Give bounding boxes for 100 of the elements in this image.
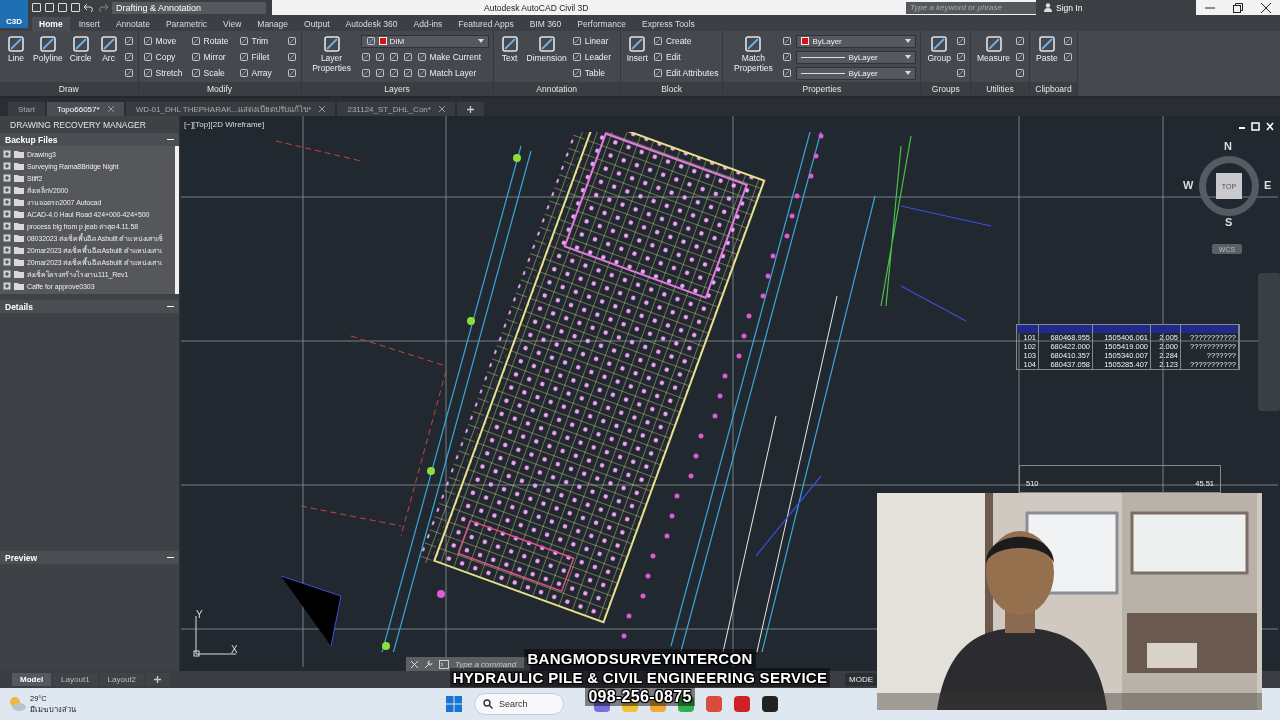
panel-title[interactable]: Annotation [493,82,620,96]
add-layout-button[interactable] [146,673,170,686]
ribbon-tool[interactable]: Scale [190,68,235,78]
windows-start-icon[interactable] [446,696,462,712]
expand-icon[interactable] [3,222,11,230]
file-tab[interactable]: Start [8,102,45,116]
ribbon-tab[interactable]: Add-ins [406,17,450,31]
ribbon-tool[interactable]: Linear [571,36,616,46]
section-header[interactable]: Details [0,300,179,313]
taskbar-search[interactable]: Search [474,693,564,715]
taskbar-app-icon[interactable] [762,696,778,712]
ribbon-tool[interactable]: Measure [975,34,1013,82]
layout-tab[interactable]: Layout1 [53,673,98,686]
expand-icon[interactable] [3,150,11,158]
ribbon-tool[interactable]: Edit Attributes [652,68,719,78]
panel-title[interactable]: Modify [138,82,301,96]
redo-icon[interactable] [98,3,108,12]
collapse-icon[interactable] [167,554,174,561]
expand-icon[interactable] [3,174,11,182]
ribbon-tool[interactable]: Paste [1034,34,1060,82]
file-tab[interactable]: WD-01_DHL THEPHARAK...แสดงเบียดปรับแก้ไข* [125,102,336,116]
model-space-button[interactable]: MODE [845,673,877,686]
expand-icon[interactable] [3,270,11,278]
ribbon-tab[interactable]: Annotate [108,17,157,31]
close-icon[interactable] [1261,2,1271,13]
tool-icon [416,68,427,78]
line-dropdown[interactable]: ByLayer [796,50,917,64]
undo-icon[interactable] [84,3,94,12]
expand-icon[interactable] [3,210,11,218]
viewport-window-controls[interactable] [1239,122,1275,131]
ribbon-tool[interactable]: Polyline [31,34,65,82]
ribbon-tool[interactable]: Circle [67,34,94,82]
ribbon-tool[interactable]: Match Layer [416,68,477,78]
ribbon-tab[interactable]: View [216,17,249,31]
ribbon-tool[interactable]: Layer Properties [305,34,358,82]
ribbon-tool[interactable]: Line [4,34,28,82]
ribbon-tool[interactable]: Table [571,68,616,78]
ribbon-tab[interactable]: Parametric [158,17,214,31]
file-tab[interactable]: 231124_ST_DHL_Con* [337,102,455,116]
sign-in-button[interactable]: Sign In [1036,0,1196,15]
ribbon-tool[interactable]: Make Current [416,52,481,62]
ribbon-tab[interactable]: Output [297,17,337,31]
expand-icon[interactable] [3,162,11,170]
ribbon-tool[interactable]: Edit [652,52,697,62]
expand-icon[interactable] [3,246,11,254]
tool-icon [1062,36,1073,46]
ribbon-tool[interactable]: Dimension [524,34,569,82]
ribbon-tab[interactable]: Autodesk 360 [338,17,405,31]
expand-icon[interactable] [3,198,11,206]
ribbon-tab[interactable]: Insert [71,17,107,31]
panel-title[interactable]: Groups [921,82,970,96]
expand-icon[interactable] [3,282,11,290]
new-tab-button[interactable] [456,102,484,116]
color-dropdown[interactable]: ByLayer [796,34,917,48]
expand-icon[interactable] [3,234,11,242]
section-header[interactable]: Backup Files [0,133,179,146]
ribbon-tool[interactable]: Match Properties [727,34,780,82]
ribbon-tool[interactable]: Move [142,36,187,46]
panel-title[interactable]: Draw [0,82,138,96]
ribbon-tool[interactable]: Copy [142,52,187,62]
section-header[interactable]: Preview [0,551,179,564]
ribbon-tab[interactable]: Manage [250,17,295,31]
plus-icon [466,105,474,113]
ribbon-tool[interactable]: Stretch [142,68,187,78]
ribbon-tool[interactable]: Group [925,34,953,82]
wrench-icon[interactable] [424,659,433,669]
ribbon-tool[interactable]: Fillet [238,52,283,62]
ribbon-tab[interactable]: BIM 360 [522,17,569,31]
layout-tab[interactable]: Model [12,673,52,686]
ribbon-tab[interactable]: Featured Apps [451,17,521,31]
ribbon-tool[interactable]: Create [652,36,697,46]
ribbon-tool[interactable]: Array [238,68,283,78]
ribbon-tool[interactable]: Mirror [190,52,235,62]
collapse-icon[interactable] [167,136,174,143]
expand-icon[interactable] [3,186,11,194]
panel-title[interactable]: Utilities [971,82,1030,96]
workspace-dropdown[interactable]: Drafting & Annotation [112,1,266,14]
ribbon-tab[interactable]: Home [32,17,70,31]
ribbon-tool[interactable]: Rotate [190,36,235,46]
ribbon-tool[interactable]: Arc [96,34,121,82]
ribbon-tool[interactable]: Trim [238,36,283,46]
command-field[interactable]: Type a command [455,658,519,670]
ribbon-tool[interactable]: Insert [624,34,650,82]
ribbon-tool[interactable]: Text [497,34,522,82]
collapse-icon[interactable] [167,303,174,310]
viewport-controls[interactable]: [−][Top][2D Wireframe] [184,120,265,129]
file-tab[interactable]: Topo66057* [46,102,124,116]
expand-icon[interactable] [3,258,11,266]
restore-icon[interactable] [1233,2,1243,13]
app-logo[interactable]: C3D [0,0,28,28]
ribbon-tool[interactable]: Leader [571,52,616,62]
panel-title[interactable]: Clipboard [1030,82,1077,96]
panel-title[interactable]: Block [620,82,723,96]
ribbon-tab[interactable]: Performance [570,17,633,31]
panel-title[interactable]: Layers [301,82,493,96]
panel-title[interactable]: Properties [723,82,921,96]
layout-tab[interactable]: Layout2 [99,673,145,686]
layer-dropdown[interactable]: DIM [360,34,489,48]
ribbon-tab[interactable]: Express Tools [635,17,702,31]
line-dropdown[interactable]: ByLayer [796,66,917,80]
